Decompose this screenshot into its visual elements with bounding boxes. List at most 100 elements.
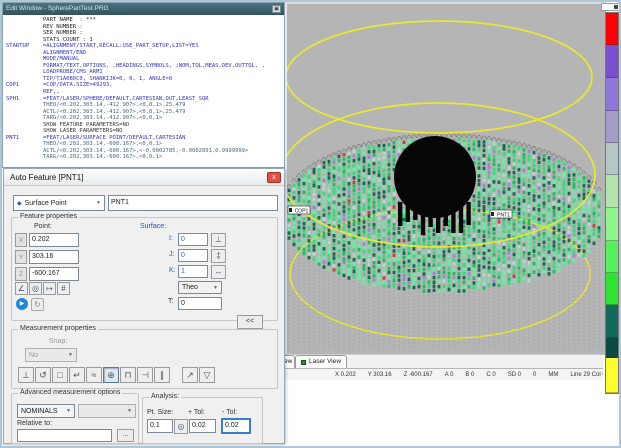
surface-label: Surface: [140, 223, 166, 230]
code-line: TARG/<0.202,303.14,-600.167>,<0,0,1> [6, 154, 284, 161]
feature-name-input[interactable]: PNT1 [108, 195, 278, 211]
scale-segment [606, 78, 618, 111]
auto-feature-dialog: Auto Feature [PNT1] x ◆ Surface Point ▼ … [3, 168, 285, 444]
advanced-options-group: Advanced measurement options NOMINALS ▼ … [11, 393, 139, 444]
z-coordinate-input[interactable]: -600.167 [29, 267, 79, 281]
bars-icon[interactable]: ∥ [154, 367, 170, 383]
plus-tol-input[interactable]: 0.02 [189, 419, 216, 433]
pt-size-label: Pt. Size: [147, 409, 173, 416]
y-coordinate-input[interactable]: 303.16 [29, 250, 79, 264]
cop1-feature-label: COP1 [288, 206, 310, 214]
theo-dropdown-value: Theo [182, 284, 198, 291]
scale-segment [606, 13, 618, 45]
status-segment: C 0 [486, 372, 495, 378]
j-vector-input[interactable]: 0 [178, 249, 208, 262]
scale-segment [606, 143, 618, 175]
grid-icon[interactable]: # [57, 282, 70, 295]
flip-vertical-icon[interactable]: ‡ [211, 249, 226, 263]
x-axis-button[interactable]: X [15, 233, 27, 247]
status-segment: SD 0 [508, 372, 521, 378]
k-label: K: [169, 267, 176, 274]
feature-type-dropdown[interactable]: ◆ Surface Point ▼ [13, 195, 105, 211]
tab-label: Laser View [309, 356, 341, 368]
execute-button[interactable]: ▶ [16, 298, 28, 310]
vector-path-icon[interactable]: ↗ [182, 367, 198, 383]
program-code-area[interactable]: PART NAME : ***REV NUMBER :SER NUMBER :S… [3, 15, 284, 167]
crosshair-circle-icon[interactable]: ⊕ [103, 367, 119, 383]
laser-view-icon [301, 360, 306, 365]
nominals-dropdown[interactable]: NOMINALS ▼ [17, 404, 75, 418]
flip-horizontal-icon[interactable]: ↔ [211, 265, 226, 279]
theo-dropdown[interactable]: Theo ▼ [178, 281, 222, 294]
surface-point-icon: ◆ [17, 200, 22, 207]
feature-type-value: Surface Point [25, 200, 67, 207]
dialog-title: Auto Feature [PNT1] [10, 173, 83, 182]
pnt1-feature-label: PNT1 [490, 210, 512, 218]
level-icon[interactable]: ⊓ [120, 367, 136, 383]
relative-to-label: Relative to: [17, 420, 52, 427]
close-icon[interactable]: x [267, 172, 281, 183]
status-segment: MM [548, 372, 558, 378]
corner-arrow-icon[interactable]: ↵ [69, 367, 85, 383]
tab-laser-view[interactable]: Laser View [295, 355, 347, 368]
svg-text:COP1: COP1 [295, 208, 309, 214]
i-vector-input[interactable]: 0 [178, 233, 208, 246]
filter-icon[interactable]: ▽ [199, 367, 215, 383]
k-vector-input[interactable]: 1 [178, 265, 208, 278]
scale-segment [606, 305, 618, 338]
secondary-dropdown[interactable]: ▼ [78, 404, 136, 418]
minus-tol-input[interactable]: 0.02 [221, 418, 251, 434]
edit-window: Edit Window - SpherePartTest.PRG ▣ PART … [2, 2, 285, 168]
svg-text:PNT1: PNT1 [497, 212, 510, 218]
analysis-group: Analysis: Pt. Size: + Tol: - Tol: 0.1 ◎ … [142, 397, 263, 444]
axes-icon[interactable]: ∠ [15, 282, 28, 295]
status-segment: 0 [533, 372, 536, 378]
scale-segment [606, 338, 618, 358]
snap-dropdown[interactable]: No ▼ [25, 348, 77, 362]
scale-segment [606, 241, 618, 273]
t-input[interactable]: 0 [178, 297, 222, 310]
j-label: J: [169, 251, 174, 258]
scale-segment [606, 208, 618, 241]
collapse-button[interactable]: << [237, 315, 263, 329]
pointcloud-analysis-icon[interactable]: ◎ [174, 419, 188, 434]
chevron-down-icon: ▼ [66, 408, 71, 414]
profile-icon[interactable]: ≈ [86, 367, 102, 383]
code-text: TARG/<0.202,303.14,-600.167>,<0,0,1> [43, 154, 162, 161]
offset-icon[interactable]: ↦ [43, 282, 56, 295]
box-icon[interactable]: □ [52, 367, 68, 383]
color-scale-header-icon [614, 5, 618, 9]
chevron-down-icon: ▼ [68, 352, 73, 358]
scale-segment [606, 111, 618, 143]
point-label: Point: [34, 223, 52, 230]
color-scale-header [601, 3, 620, 11]
status-segment: B 0 [465, 372, 474, 378]
regenerate-button[interactable]: ↻ [31, 298, 44, 311]
chevron-down-icon: ▼ [96, 200, 101, 206]
pt-size-input[interactable]: 0.1 [147, 419, 173, 433]
view-tab-strip: ew Laser View [285, 354, 603, 368]
edit-window-titlebar[interactable]: Edit Window - SpherePartTest.PRG ▣ [3, 3, 284, 15]
drop-point-icon[interactable]: ⊥ [18, 367, 34, 383]
relative-to-input[interactable] [17, 429, 112, 442]
block-arrow-icon[interactable]: ⊣ [137, 367, 153, 383]
laser-scan-viewport[interactable]: COP1 PNT1 [285, 2, 606, 355]
browse-button[interactable]: ... [117, 429, 134, 442]
status-segment: A 0 [445, 372, 454, 378]
nominals-dropdown-value: NOMINALS [21, 408, 58, 415]
y-axis-button[interactable]: Y [15, 250, 27, 264]
z-axis-button[interactable]: Z [15, 267, 27, 281]
scale-segment [606, 175, 618, 208]
probe-tip-icon[interactable]: ⊥ [211, 233, 226, 247]
dialog-titlebar[interactable]: Auto Feature [PNT1] x [4, 169, 284, 186]
tab-ew[interactable]: ew [285, 355, 295, 368]
scale-segment [606, 273, 618, 305]
edit-window-control-icon[interactable]: ▣ [272, 5, 281, 13]
rotate-icon[interactable]: ↺ [35, 367, 51, 383]
status-segment: Line 29 Col 034 [570, 372, 603, 378]
x-coordinate-input[interactable]: 0.202 [29, 233, 79, 247]
plus-tol-label: + Tol: [188, 409, 205, 416]
t-label: T: [168, 298, 173, 305]
scale-segment [606, 45, 618, 78]
find-icon[interactable]: ◎ [29, 282, 42, 295]
